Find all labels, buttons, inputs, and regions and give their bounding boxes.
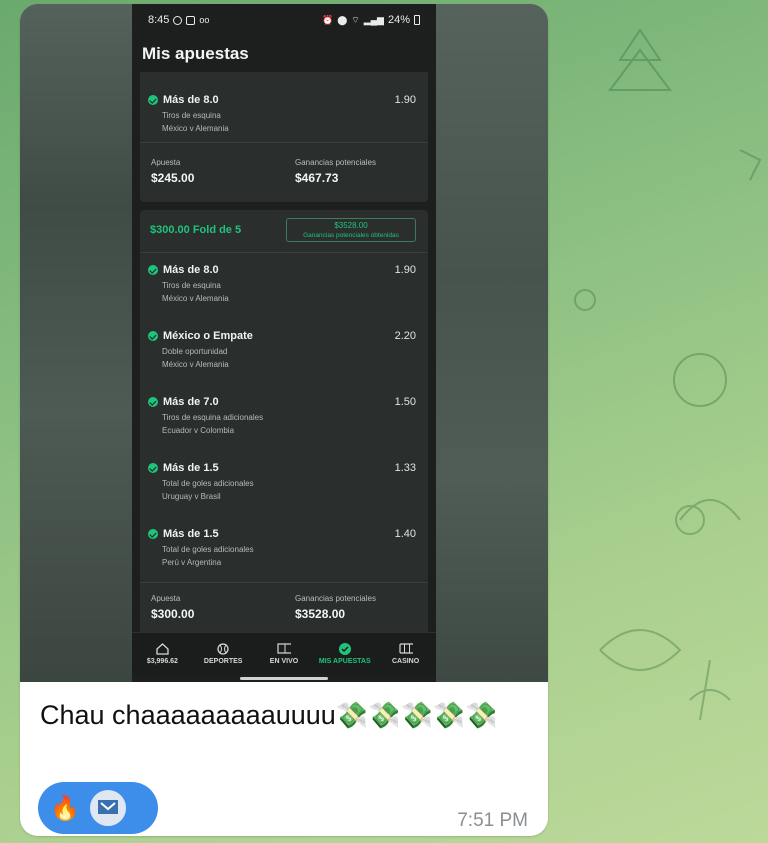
reaction-pill[interactable]: 🔥 bbox=[38, 782, 158, 834]
bets-list[interactable]: Más de 8.0 1.90 Tiros de esquina México … bbox=[132, 72, 436, 632]
ball-icon bbox=[216, 642, 230, 655]
nav-en-vivo[interactable]: EN VIVO bbox=[255, 643, 313, 665]
signal-icon: ▂▄▆ bbox=[363, 14, 384, 25]
bet-card-1[interactable]: Más de 8.0 1.90 Tiros de esquina México … bbox=[140, 72, 428, 202]
wifi-icon: ⌔ bbox=[351, 14, 360, 25]
leg-match: México v Alemania bbox=[162, 360, 229, 369]
leg-pick: Más de 1.5 bbox=[163, 528, 219, 540]
leg-market: Total de goles adicionales bbox=[162, 545, 254, 554]
leg-pick: México o Empate bbox=[163, 330, 253, 342]
photo-blur-right bbox=[436, 4, 548, 682]
stake-label: Apuesta bbox=[151, 158, 181, 167]
payout-value: $467.73 bbox=[295, 171, 339, 185]
photo-blur-left bbox=[20, 4, 132, 682]
won-badge: $3528.00 Ganancias potenciales obtenidas bbox=[286, 218, 416, 242]
leg-odds: 1.90 bbox=[394, 94, 416, 106]
payout-value: $3528.00 bbox=[295, 607, 346, 621]
voicemail-icon: ᴏᴏ bbox=[199, 15, 210, 25]
check-circle-icon bbox=[148, 463, 158, 473]
stake-block: Apuesta $245.00 bbox=[151, 158, 194, 185]
fire-reaction[interactable]: 🔥 bbox=[50, 794, 80, 823]
check-circle-icon bbox=[338, 642, 352, 655]
message-text-block: Chau chaaaaaaaaauuuu💸💸💸💸💸 bbox=[40, 696, 540, 734]
nav-label: MIS APUESTAS bbox=[318, 657, 371, 665]
bet-leg-2: México o Empate 2.20 Doble oportunidad M… bbox=[148, 330, 420, 371]
leg-pick: Más de 8.0 bbox=[163, 264, 219, 276]
leg-pick: Más de 7.0 bbox=[163, 396, 219, 408]
leg-market: Total de goles adicionales bbox=[162, 479, 254, 488]
leg-match: Ecuador v Colombia bbox=[162, 426, 235, 435]
divider bbox=[140, 582, 428, 583]
leg-pick: Más de 1.5 bbox=[163, 462, 219, 474]
won-label: Ganancias potenciales obtenidas bbox=[303, 232, 399, 239]
money-with-wings-emoji: 💸💸💸💸💸 bbox=[335, 700, 498, 730]
page-title: Mis apuestas bbox=[142, 44, 249, 63]
won-amount: $3528.00 bbox=[334, 221, 368, 230]
stake-value: $245.00 bbox=[151, 171, 195, 185]
stake-block: Apuesta $300.00 bbox=[151, 594, 194, 621]
payout-block: Ganancias potenciales $3528.00 bbox=[295, 594, 376, 621]
home-indicator bbox=[240, 677, 328, 680]
nav-label: $3,996.62 bbox=[146, 657, 178, 665]
bet-title: $300.00 Fold de 5 bbox=[150, 224, 242, 236]
bet-leg-5: Más de 1.5 1.40 Total de goles adicional… bbox=[148, 528, 420, 569]
stake-label: Apuesta bbox=[151, 594, 181, 603]
bet-card-2[interactable]: $300.00 Fold de 5 $3528.00 Ganancias pot… bbox=[140, 210, 428, 632]
bet-leg-3: Más de 7.0 1.50 Tiros de esquina adicion… bbox=[148, 396, 420, 437]
leg-odds: 1.90 bbox=[394, 264, 416, 276]
payout-label: Ganancias potenciales bbox=[295, 158, 376, 167]
battery-level: 24% bbox=[387, 14, 410, 26]
leg-odds: 1.33 bbox=[394, 462, 416, 474]
bet-leg-4: Más de 1.5 1.33 Total de goles adicional… bbox=[148, 462, 420, 503]
status-time: 8:45 bbox=[148, 14, 170, 26]
nav-label: DEPORTES bbox=[203, 657, 243, 665]
reactor-avatar[interactable] bbox=[87, 788, 128, 828]
leg-match: Perú v Argentina bbox=[162, 558, 222, 567]
phone-screen: 8:45 ᴏᴏ ⏰ ⬤ ⌔ ▂▄▆ 24% Mis apuestas Más d… bbox=[132, 4, 436, 682]
message-text: Chau chaaaaaaaaauuuu bbox=[40, 700, 336, 730]
home-icon bbox=[155, 642, 169, 655]
nav-label: EN VIVO bbox=[269, 657, 299, 665]
bet-leg: Más de 8.0 1.90 Tiros de esquina México … bbox=[148, 94, 420, 135]
leg-match: Uruguay v Brasil bbox=[162, 492, 221, 501]
leg-odds: 1.50 bbox=[394, 396, 416, 408]
stake-value: $300.00 bbox=[151, 607, 195, 621]
alarm-icon: ⏰ bbox=[321, 14, 334, 25]
nav-label: CASINO bbox=[391, 657, 420, 665]
message-bubble[interactable]: 8:45 ᴏᴏ ⏰ ⬤ ⌔ ▂▄▆ 24% Mis apuestas Más d… bbox=[20, 4, 548, 836]
leg-market: Tiros de esquina bbox=[162, 281, 221, 290]
slot-icon bbox=[398, 643, 413, 655]
bottom-nav: $3,996.62 DEPORTES EN VIVO MIS APUESTAS bbox=[132, 632, 436, 674]
message-timestamp: 7:51 PM bbox=[457, 810, 528, 831]
bet-leg-1: Más de 8.0 1.90 Tiros de esquina México … bbox=[148, 264, 420, 305]
status-bar: 8:45 ᴏᴏ ⏰ ⬤ ⌔ ▂▄▆ 24% bbox=[132, 4, 436, 36]
check-circle-icon bbox=[148, 397, 158, 407]
leg-market: Tiros de esquina adicionales bbox=[162, 413, 264, 422]
divider bbox=[140, 252, 428, 253]
pitch-icon bbox=[277, 643, 291, 655]
nav-mis-apuestas[interactable]: MIS APUESTAS bbox=[316, 642, 374, 665]
leg-pick: Más de 8.0 bbox=[163, 94, 219, 106]
leg-odds: 1.40 bbox=[394, 528, 416, 540]
leg-market: Doble oportunidad bbox=[162, 347, 228, 356]
gallery-icon bbox=[186, 15, 196, 25]
screenshot-photo[interactable]: 8:45 ᴏᴏ ⏰ ⬤ ⌔ ▂▄▆ 24% Mis apuestas Más d… bbox=[20, 4, 548, 682]
check-circle-icon bbox=[148, 529, 158, 539]
whatsapp-icon bbox=[173, 15, 183, 25]
leg-match: México v Alemania bbox=[162, 294, 229, 303]
payout-label: Ganancias potenciales bbox=[295, 594, 376, 603]
payout-block: Ganancias potenciales $467.73 bbox=[295, 158, 376, 185]
nav-home[interactable]: $3,996.62 bbox=[133, 642, 191, 665]
check-circle-icon bbox=[148, 265, 158, 275]
leg-market: Tiros de esquina bbox=[162, 111, 221, 120]
location-icon: ⬤ bbox=[337, 14, 348, 25]
battery-icon bbox=[414, 15, 420, 25]
leg-odds: 2.20 bbox=[394, 330, 416, 342]
leg-match: México v Alemania bbox=[162, 124, 229, 133]
check-circle-icon bbox=[148, 95, 158, 105]
nav-deportes[interactable]: DEPORTES bbox=[194, 642, 252, 665]
divider bbox=[140, 142, 428, 143]
check-circle-icon bbox=[148, 331, 158, 341]
nav-casino[interactable]: CASINO bbox=[377, 643, 435, 665]
